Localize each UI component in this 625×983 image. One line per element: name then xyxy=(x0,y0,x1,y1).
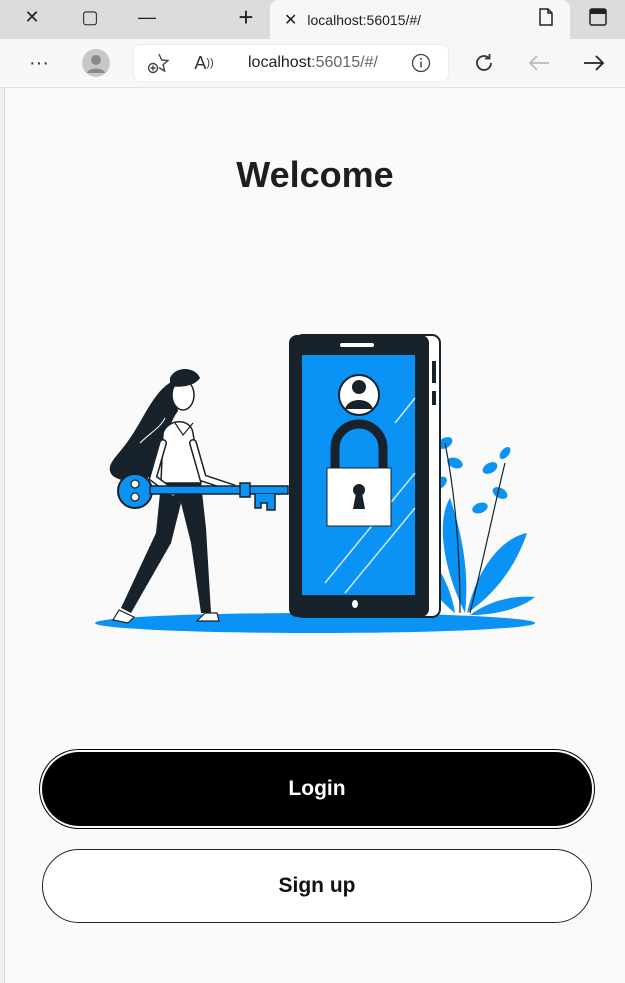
read-aloud-icon[interactable]: A)) xyxy=(184,43,224,83)
more-menu-icon[interactable]: ··· xyxy=(19,43,59,83)
signup-button[interactable]: Sign up xyxy=(42,849,592,923)
address-bar[interactable]: A)) localhost:56015/#/ xyxy=(134,45,448,81)
back-arrow-icon[interactable] xyxy=(519,43,559,83)
site-info-icon[interactable] xyxy=(401,43,441,83)
tab-title: localhost:56015/#/ xyxy=(307,12,422,28)
url-text: localhost:56015/#/ xyxy=(248,54,378,71)
security-key-illustration xyxy=(95,333,545,638)
maximize-icon[interactable]: ▢ xyxy=(70,0,110,34)
page-title: Welcome xyxy=(236,154,394,195)
phone-graphic xyxy=(289,334,441,618)
minimize-icon[interactable]: — xyxy=(127,0,167,34)
tab-close-icon[interactable]: ✕ xyxy=(284,10,297,30)
app-page: Welcome Login Sign up xyxy=(5,88,625,983)
login-button[interactable]: Login xyxy=(42,752,592,826)
browser-toolbar: ··· A)) localhost:56015/#/ xyxy=(0,39,625,88)
page-icon[interactable] xyxy=(526,0,566,34)
tab-actions-icon[interactable] xyxy=(578,0,618,34)
new-tab-icon[interactable]: + xyxy=(226,0,266,34)
profile-avatar-icon[interactable] xyxy=(76,43,116,83)
active-tab[interactable]: ✕ localhost:56015/#/ xyxy=(270,0,570,40)
browser-tab-strip: ✕ ▢ — + ✕ localhost:56015/#/ xyxy=(0,0,625,40)
close-window-icon[interactable]: ✕ xyxy=(12,0,52,34)
refresh-icon[interactable] xyxy=(464,43,504,83)
add-favorite-icon[interactable] xyxy=(138,43,178,83)
forward-arrow-icon[interactable] xyxy=(574,43,614,83)
